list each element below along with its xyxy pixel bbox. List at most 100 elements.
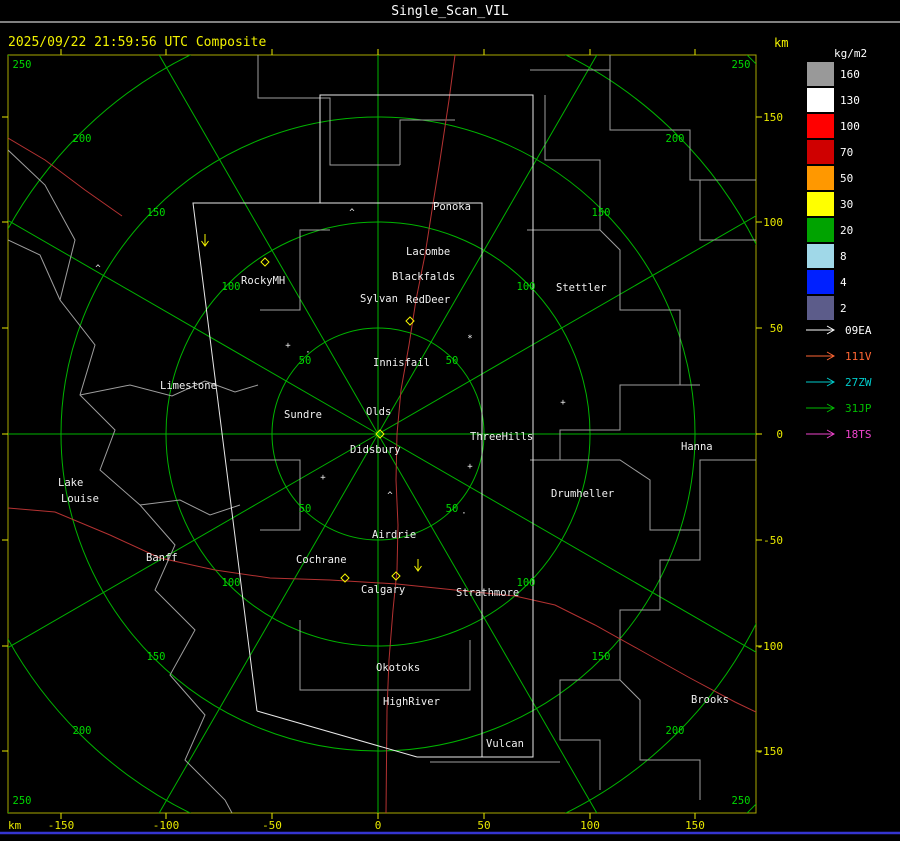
legend-value: 130 bbox=[840, 94, 860, 107]
right-axis-unit-label: km bbox=[774, 36, 788, 50]
radar-id: 31JP bbox=[845, 402, 872, 415]
city-label: Drumheller bbox=[551, 488, 614, 500]
town-symbol: · bbox=[461, 509, 466, 519]
legend-swatch bbox=[807, 270, 834, 294]
ring-label: 250 bbox=[732, 59, 751, 71]
city-label: Vulcan bbox=[486, 738, 524, 750]
bottom-axis-label: -100 bbox=[153, 819, 180, 832]
city-label: Calgary bbox=[361, 584, 405, 596]
right-arrow-icon bbox=[806, 429, 836, 439]
city-label: HighRiver bbox=[383, 696, 440, 708]
legend-value: 8 bbox=[840, 250, 847, 263]
ring-label: 50 bbox=[299, 503, 312, 515]
right-axis-label: 150 bbox=[763, 111, 783, 124]
axis-labels: km -150 -100 -50 0 50 100 150 150 100 50… bbox=[8, 111, 783, 832]
right-arrow-icon bbox=[806, 325, 836, 335]
legend-swatch bbox=[807, 166, 834, 190]
city-label: Airdrie bbox=[372, 529, 416, 541]
city-label: ThreeHills bbox=[470, 431, 533, 443]
legend-swatch bbox=[807, 114, 834, 138]
town-symbol: + bbox=[560, 398, 566, 408]
legend-value: 70 bbox=[840, 146, 853, 159]
town-symbol: ^ bbox=[95, 264, 101, 274]
bottom-axis-label: -50 bbox=[262, 819, 282, 832]
legend-value: 100 bbox=[840, 120, 860, 133]
ring-label: 100 bbox=[517, 577, 536, 589]
town-symbol: * bbox=[467, 334, 472, 344]
ring-label: 200 bbox=[73, 725, 92, 737]
radar-id: 111V bbox=[845, 350, 872, 363]
range-rings bbox=[8, 55, 756, 813]
town-symbol: + bbox=[285, 341, 291, 351]
legend-swatch bbox=[807, 88, 834, 112]
bottom-axis-label: 0 bbox=[375, 819, 382, 832]
radar-legend-item: 111V bbox=[806, 350, 872, 363]
radar-app-window: Single_Scan_VIL 2025/09/22 21:59:56 UTC … bbox=[0, 0, 900, 841]
legend-value: 50 bbox=[840, 172, 853, 185]
radar-id: 18TS bbox=[845, 428, 872, 441]
town-symbol: ^ bbox=[349, 208, 355, 218]
right-axis-label: -150 bbox=[757, 745, 784, 758]
city-label: Didsbury bbox=[350, 444, 401, 456]
ring-label: 50 bbox=[446, 355, 459, 367]
radar-id: 09EA bbox=[845, 324, 872, 337]
legend-value: 160 bbox=[840, 68, 860, 81]
city-labels: Ponoka Lacombe Blackfalds Sylvan RedDeer… bbox=[58, 201, 729, 750]
legend-swatch bbox=[807, 140, 834, 164]
legend-value: 4 bbox=[840, 276, 847, 289]
ring-label: 150 bbox=[592, 651, 611, 663]
city-label: Hanna bbox=[681, 441, 713, 453]
down-arrow-icon bbox=[414, 559, 422, 572]
down-arrow-icon bbox=[201, 234, 209, 247]
ring-label: 200 bbox=[666, 133, 685, 145]
city-label: Ponoka bbox=[433, 201, 471, 213]
right-arrow-icon bbox=[806, 351, 836, 361]
site-diamond-icon bbox=[260, 257, 270, 267]
ring-label: 50 bbox=[446, 503, 459, 515]
town-symbol: ^ bbox=[387, 491, 393, 501]
ring-distance-labels: 50 50 50 50 100 100 100 100 150 150 150 … bbox=[13, 59, 751, 807]
radar-id-legend: 09EA 111V 27ZW 31JP 18TS bbox=[806, 324, 872, 441]
ring-label: 250 bbox=[13, 59, 32, 71]
city-label: Innisfail bbox=[373, 357, 430, 369]
radar-display: Single_Scan_VIL 2025/09/22 21:59:56 UTC … bbox=[0, 4, 900, 835]
ring-label: 150 bbox=[147, 651, 166, 663]
city-label: Louise bbox=[61, 493, 99, 505]
ring-label: 250 bbox=[13, 795, 32, 807]
bottom-axis-label: 50 bbox=[477, 819, 490, 832]
bottom-axis-label: 150 bbox=[685, 819, 705, 832]
city-label: Strathmore bbox=[456, 587, 519, 599]
town-symbol: + bbox=[320, 473, 326, 483]
ring-label: 100 bbox=[222, 577, 241, 589]
city-label: Olds bbox=[366, 406, 391, 418]
legend-value: 30 bbox=[840, 198, 853, 211]
legend-swatch bbox=[807, 244, 834, 268]
legend-swatch bbox=[807, 192, 834, 216]
ring-label: 100 bbox=[517, 281, 536, 293]
legend-swatch bbox=[807, 62, 834, 86]
city-label: Stettler bbox=[556, 282, 607, 294]
ring-label: 150 bbox=[592, 207, 611, 219]
city-label: RockyMH bbox=[241, 275, 285, 287]
bottom-axis-unit: km bbox=[8, 819, 22, 832]
city-label: Brooks bbox=[691, 694, 729, 706]
ring-label: 200 bbox=[666, 725, 685, 737]
city-label: Sylvan bbox=[360, 293, 398, 305]
right-axis-label: -50 bbox=[763, 534, 783, 547]
radar-legend-item: 18TS bbox=[806, 428, 872, 441]
city-label: Lacombe bbox=[406, 246, 450, 258]
bottom-axis-label: 100 bbox=[580, 819, 600, 832]
radar-legend-item: 31JP bbox=[806, 402, 872, 415]
ring-label: 150 bbox=[147, 207, 166, 219]
legend-unit-label: kg/m2 bbox=[834, 47, 867, 60]
scan-timestamp: 2025/09/22 21:59:56 UTC Composite bbox=[8, 35, 266, 50]
bottom-axis-label: -150 bbox=[48, 819, 75, 832]
legend-value: 2 bbox=[840, 302, 847, 315]
azimuth-lines bbox=[8, 55, 756, 813]
city-label: Sundre bbox=[284, 409, 322, 421]
town-symbol: + bbox=[467, 462, 473, 472]
right-axis-label: 100 bbox=[763, 216, 783, 229]
right-axis-label: 0 bbox=[776, 428, 783, 441]
scan-area-outlines bbox=[192, 94, 534, 758]
legend-value: 20 bbox=[840, 224, 853, 237]
